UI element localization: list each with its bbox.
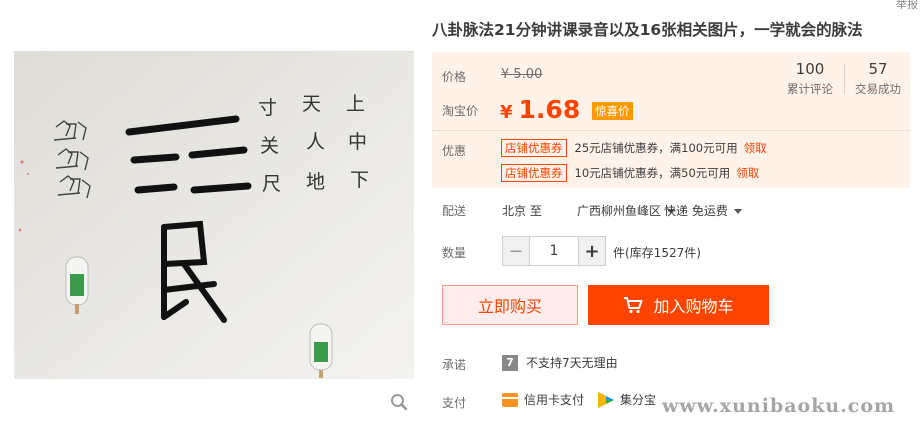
price-label: 价格	[442, 70, 467, 84]
zoom-icon[interactable]	[390, 393, 408, 411]
shipping-text: 快递 免运费	[664, 204, 728, 218]
shipping-method-select[interactable]: 快递 免运费	[664, 202, 742, 219]
stat-label: 交易成功	[855, 82, 901, 96]
increase-button[interactable]: +	[579, 237, 605, 265]
coupon-tag: 店铺优惠券	[501, 139, 567, 157]
promise-text: 不支持7天无理由	[526, 356, 618, 370]
handwriting-char: 上	[346, 93, 365, 115]
payment-method-credit-card[interactable]: 信用卡支付	[502, 391, 584, 408]
payment-method-jifenbao[interactable]: 集分宝	[598, 391, 656, 408]
handwriting-char: 寸	[258, 97, 277, 119]
claim-coupon-link[interactable]: 领取	[736, 166, 759, 180]
stat-reviews[interactable]: 100 累计评论	[778, 60, 842, 97]
cart-icon	[624, 297, 643, 314]
price-value: 1.68	[518, 95, 581, 124]
caret-down-icon	[733, 209, 742, 214]
payment-method-label: 信用卡支付	[524, 393, 585, 407]
payment-label: 支付	[442, 396, 467, 410]
stat-number: 57	[868, 60, 888, 78]
quantity-label: 数量	[442, 246, 467, 260]
product-main-image[interactable]: 寸 天 上 关 人 中 尺 地 下	[14, 51, 414, 379]
buy-now-button[interactable]: 立即购买	[442, 285, 578, 325]
delivery-from: 北京 至	[502, 204, 542, 218]
current-price: ¥1.68	[500, 95, 580, 124]
handwriting-char: 尺	[262, 173, 281, 195]
seven-day-icon: 7	[502, 354, 518, 371]
currency-symbol: ¥	[500, 102, 513, 123]
stat-number: 100	[795, 60, 825, 78]
add-to-cart-button[interactable]: 加入购物车	[588, 285, 769, 325]
coupon-item: 店铺优惠券 10元店铺优惠券，满50元可用 领取	[501, 164, 759, 182]
product-title: 八卦脉法21分钟讲课录音以及16张相关图片，一学就会的脉法	[432, 21, 863, 39]
watermark: www.xunibaoku.com	[662, 395, 896, 417]
handwriting-char: 地	[306, 171, 325, 193]
coupon-text: 25元店铺优惠券，满100元可用	[574, 141, 738, 155]
price-badge: 惊喜价	[592, 102, 633, 120]
delivery-label: 配送	[442, 204, 467, 218]
jifenbao-icon	[598, 391, 615, 408]
coupon-label: 优惠	[442, 144, 467, 158]
handwriting-char: 关	[260, 135, 279, 157]
divider	[432, 130, 910, 131]
price-panel: 价格 ¥ 5.00 100 累计评论 57 交易成功 淘宝价 ¥1.68 惊喜价…	[432, 52, 910, 188]
coupon-item: 店铺优惠券 25元店铺优惠券，满100元可用 领取	[501, 139, 767, 157]
payment-methods: 信用卡支付 集分宝	[502, 391, 670, 408]
coupon-tag: 店铺优惠券	[501, 164, 567, 182]
destination-text: 广西柳州鱼峰区	[577, 204, 662, 218]
stat-deals: 57 交易成功	[846, 60, 910, 97]
promise-item[interactable]: 7 不支持7天无理由	[502, 354, 618, 371]
payment-method-label: 集分宝	[620, 393, 657, 407]
claim-coupon-link[interactable]: 领取	[744, 141, 767, 155]
stat-label: 累计评论	[787, 82, 833, 96]
promo-price-label: 淘宝价	[442, 104, 479, 118]
handwriting-char: 中	[348, 131, 367, 153]
credit-card-icon	[502, 392, 518, 407]
handwriting-char: 人	[306, 131, 325, 153]
quantity-stepper: − 1 +	[502, 236, 606, 266]
delivery-destination-select[interactable]: 广西柳州鱼峰区	[577, 202, 676, 219]
decrease-button[interactable]: −	[503, 237, 529, 265]
handwriting-char: 天	[302, 93, 321, 115]
add-to-cart-label: 加入购物车	[653, 297, 734, 316]
stock-info: 件(库存1527件)	[613, 246, 701, 260]
handwriting-char: 下	[350, 169, 369, 191]
original-price: ¥ 5.00	[501, 67, 543, 82]
promise-label: 承诺	[442, 358, 467, 372]
report-link[interactable]: 举报	[896, 0, 918, 12]
coupon-text: 10元店铺优惠券，满50元可用	[574, 166, 731, 180]
delivery-row: 配送 北京 至 广西柳州鱼峰区 快递 免运费	[432, 200, 910, 220]
divider	[844, 64, 845, 94]
quantity-input[interactable]: 1	[529, 237, 579, 265]
